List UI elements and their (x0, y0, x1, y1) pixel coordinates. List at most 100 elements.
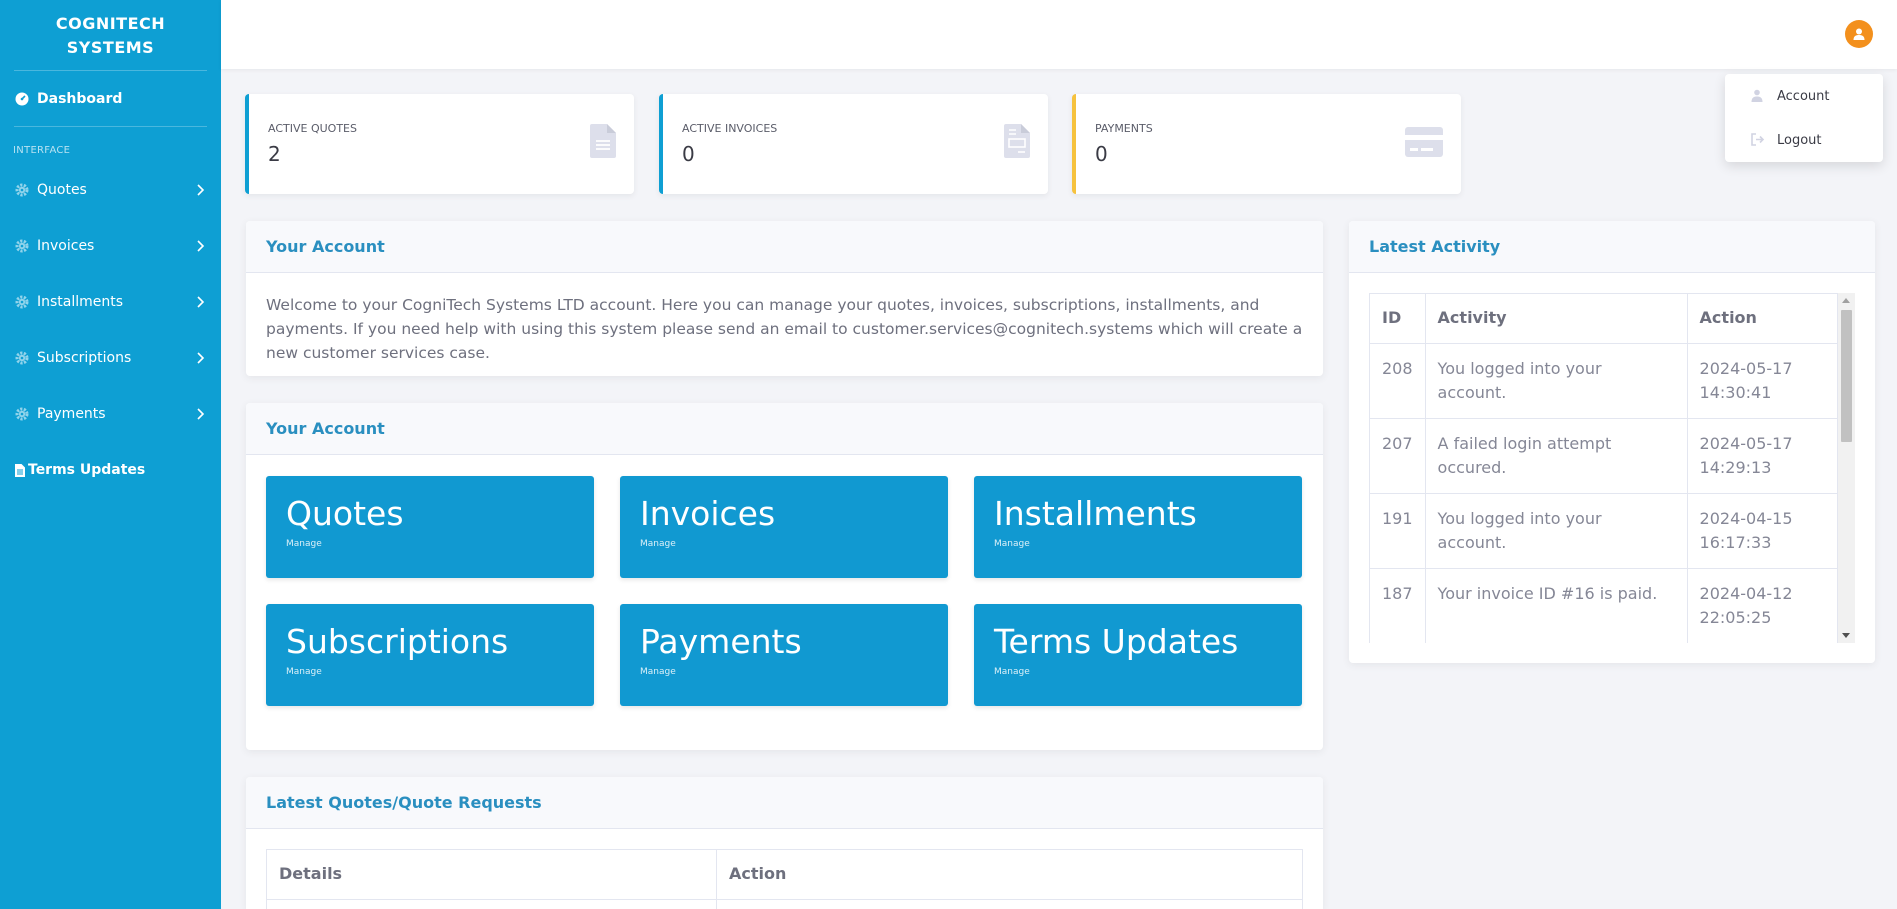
chevron-right-icon (197, 352, 205, 364)
latest-quotes-card: Latest Quotes/Quote Requests Details Act… (246, 777, 1323, 909)
sidebar-item-terms-updates[interactable]: Terms Updates (0, 442, 221, 498)
document-icon (590, 124, 616, 162)
activity-text: You logged into your account. (1424, 493, 1688, 569)
tile-subtitle: Manage (994, 539, 1030, 549)
scroll-down-arrow-icon[interactable] (1842, 633, 1850, 638)
sidebar: COGNITECH SYSTEMS Dashboard INTERFACE Quo… (0, 0, 221, 909)
chevron-right-icon (197, 408, 205, 420)
sidebar-item-subscriptions[interactable]: Subscriptions (0, 330, 221, 386)
activity-id: 207 (1369, 418, 1426, 494)
tile-subtitle: Manage (640, 667, 676, 677)
user-avatar-button[interactable] (1845, 20, 1873, 48)
chevron-right-icon (197, 296, 205, 308)
activity-timestamp: 2024-04-15 16:17:33 (1686, 493, 1839, 569)
table-row: 207 A failed login attempt occured. 2024… (1369, 418, 1839, 494)
table-row (266, 899, 1303, 909)
activity-id: 187 (1369, 568, 1426, 643)
sidebar-item-payments[interactable]: Payments (0, 386, 221, 442)
brand-logo[interactable]: COGNITECH SYSTEMS (0, 0, 221, 70)
sidebar-item-label: Subscriptions (37, 350, 132, 366)
sidebar-item-installments[interactable]: Installments (0, 274, 221, 330)
brand-line-2: SYSTEMS (66, 38, 155, 57)
tile-title: Invoices (640, 494, 776, 533)
stat-value: 0 (1095, 142, 1108, 166)
tile-payments[interactable]: Payments Manage (620, 604, 948, 706)
tile-title: Installments (994, 494, 1197, 533)
sign-out-icon (1751, 133, 1765, 147)
column-header: Details (266, 849, 717, 900)
tile-subtitle: Manage (640, 539, 676, 549)
stat-card-payments: PAYMENTS 0 (1072, 94, 1461, 194)
activity-id: 191 (1369, 493, 1426, 569)
table-row: 208 You logged into your account. 2024-0… (1369, 343, 1839, 419)
sidebar-item-label: Payments (37, 406, 106, 422)
activity-time: 14:29:13 (1699, 458, 1772, 477)
sidebar-item-label: Invoices (37, 238, 95, 254)
welcome-text: Welcome to your CogniTech Systems LTD ac… (266, 296, 1303, 362)
tile-subtitle: Manage (286, 539, 322, 549)
shortcut-tiles: Quotes Manage Invoices Manage Installmen… (246, 455, 1323, 727)
user-icon (1751, 89, 1765, 103)
sidebar-item-quotes[interactable]: Quotes (0, 162, 221, 218)
menu-item-label: Logout (1777, 132, 1822, 148)
sidebar-item-label: Quotes (37, 182, 87, 198)
table-row: 191 You logged into your account. 2024-0… (1369, 493, 1839, 569)
tile-terms-updates[interactable]: Terms Updates Manage (974, 604, 1302, 706)
tachometer-icon (14, 91, 29, 106)
activity-scrollbar[interactable] (1838, 293, 1855, 643)
user-dropdown-menu: Account Logout (1725, 74, 1883, 162)
tile-title: Terms Updates (994, 622, 1239, 661)
sidebar-section-heading: INTERFACE (13, 145, 71, 156)
chevron-right-icon (197, 240, 205, 252)
activity-id: 208 (1369, 343, 1426, 419)
stat-title: PAYMENTS (1095, 122, 1153, 135)
gear-icon (14, 239, 29, 254)
column-header: Action (1686, 293, 1839, 344)
sidebar-item-invoices[interactable]: Invoices (0, 218, 221, 274)
activity-table: ID Activity Action 208 You logged into y… (1369, 293, 1839, 643)
menu-item-logout[interactable]: Logout (1725, 118, 1883, 162)
activity-date: 2024-05-17 (1699, 434, 1793, 453)
gear-icon (14, 351, 29, 366)
chevron-right-icon (197, 184, 205, 196)
tile-installments[interactable]: Installments Manage (974, 476, 1302, 578)
menu-item-label: Account (1777, 88, 1830, 104)
activity-time: 14:30:41 (1699, 383, 1772, 402)
latest-activity-card: Latest Activity ID Activity Action 208 Y… (1349, 221, 1875, 663)
activity-time: 22:05:25 (1699, 608, 1772, 627)
column-header: Activity (1424, 293, 1688, 344)
card-title: Your Account (246, 221, 1323, 273)
activity-time: 16:17:33 (1699, 533, 1772, 552)
tile-subtitle: Manage (994, 667, 1030, 677)
account-shortcuts-card: Your Account Quotes Manage Invoices Mana… (246, 403, 1323, 750)
activity-text: You logged into your account. (1424, 343, 1688, 419)
file-icon (14, 463, 26, 478)
stat-card-active-quotes: ACTIVE QUOTES 2 (245, 94, 634, 194)
stat-value: 0 (682, 142, 695, 166)
tile-invoices[interactable]: Invoices Manage (620, 476, 948, 578)
sidebar-item-dashboard[interactable]: Dashboard (0, 71, 221, 126)
account-welcome-card: Your Account Welcome to your CogniTech S… (246, 221, 1323, 376)
activity-date: 2024-04-12 (1699, 584, 1793, 603)
scroll-up-arrow-icon[interactable] (1842, 298, 1850, 303)
scrollbar-thumb[interactable] (1841, 310, 1852, 442)
activity-date: 2024-05-17 (1699, 359, 1793, 378)
card-title: Latest Quotes/Quote Requests (246, 777, 1323, 829)
stat-card-active-invoices: ACTIVE INVOICES 0 (659, 94, 1048, 194)
activity-text: A failed login attempt occured. (1424, 418, 1688, 494)
activity-timestamp: 2024-04-12 22:05:25 (1686, 568, 1839, 643)
gear-icon (14, 295, 29, 310)
table-row: 187 Your invoice ID #16 is paid. 2024-04… (1369, 568, 1839, 643)
card-title: Latest Activity (1349, 221, 1875, 273)
credit-card-icon (1405, 127, 1443, 161)
tile-quotes[interactable]: Quotes Manage (266, 476, 594, 578)
column-header: Action (716, 849, 1303, 900)
gear-icon (14, 407, 29, 422)
activity-timestamp: 2024-05-17 14:29:13 (1686, 418, 1839, 494)
activity-scroll-area[interactable]: ID Activity Action 208 You logged into y… (1369, 293, 1855, 643)
tile-subtitle: Manage (286, 667, 322, 677)
tile-subscriptions[interactable]: Subscriptions Manage (266, 604, 594, 706)
sidebar-item-label: Installments (37, 294, 124, 310)
menu-item-account[interactable]: Account (1725, 74, 1883, 118)
sidebar-item-label: Dashboard (37, 90, 123, 107)
